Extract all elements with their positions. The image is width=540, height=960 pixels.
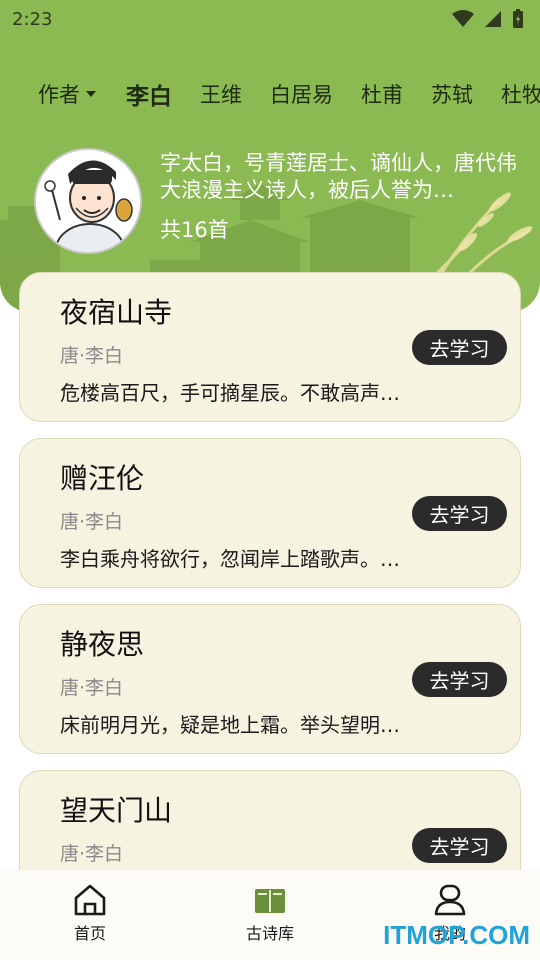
- poem-title: 望天门山: [60, 794, 173, 827]
- poem-list: 夜宿山寺 唐·李白 危楼高百尺，手可摘星辰。不敢高声… 去学习 赠汪伦 唐·李白…: [0, 0, 540, 960]
- book-icon: [255, 889, 285, 913]
- poem-author: 唐·李白: [60, 843, 124, 865]
- poem-card[interactable]: 赠汪伦 唐·李白 李白乘舟将欲行，忽闻岸上踏歌声。… 去学习: [19, 438, 521, 588]
- learn-button[interactable]: 去学习: [412, 330, 507, 365]
- poem-excerpt: 危楼高百尺，手可摘星辰。不敢高声…: [60, 381, 400, 405]
- learn-button[interactable]: 去学习: [412, 828, 507, 863]
- learn-button[interactable]: 去学习: [412, 496, 507, 531]
- poem-author: 唐·李白: [60, 511, 124, 533]
- poem-title: 静夜思: [60, 628, 145, 661]
- poem-excerpt: 床前明月光，疑是地上霜。举头望明…: [60, 713, 400, 737]
- nav-library-label: 古诗库: [245, 924, 294, 943]
- watermark-logo: ITMOP.COM: [383, 920, 530, 950]
- poem-card[interactable]: 夜宿山寺 唐·李白 危楼高百尺，手可摘星辰。不敢高声… 去学习: [19, 272, 521, 422]
- poem-title: 夜宿山寺: [60, 296, 173, 329]
- nav-home[interactable]: 首页: [0, 870, 180, 960]
- nav-home-label: 首页: [73, 924, 106, 943]
- poem-excerpt: 李白乘舟将欲行，忽闻岸上踏歌声。…: [60, 547, 400, 571]
- profile-icon: [434, 884, 466, 916]
- poem-card[interactable]: 静夜思 唐·李白 床前明月光，疑是地上霜。举头望明… 去学习: [19, 604, 521, 754]
- poem-title: 赠汪伦: [60, 462, 145, 495]
- nav-library[interactable]: 古诗库: [180, 870, 360, 960]
- poem-author: 唐·李白: [60, 345, 124, 367]
- learn-button[interactable]: 去学习: [412, 662, 507, 697]
- poem-author: 唐·李白: [60, 677, 124, 699]
- home-icon: [74, 884, 106, 916]
